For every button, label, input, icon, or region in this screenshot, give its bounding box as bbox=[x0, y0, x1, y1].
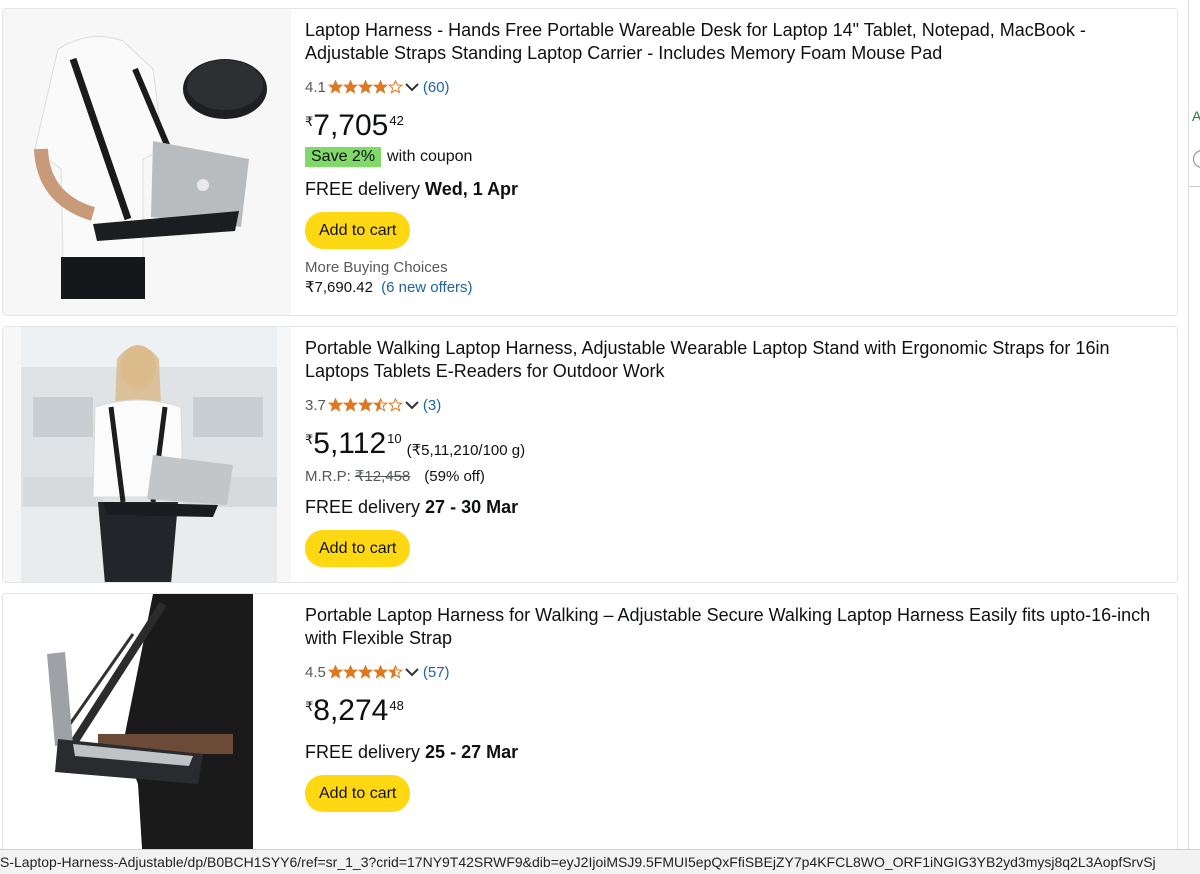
rating-row: 4.5 (57) bbox=[305, 662, 1165, 682]
radio-icon[interactable] bbox=[1193, 150, 1200, 168]
currency-symbol: ₹ bbox=[305, 114, 314, 129]
product-image-link[interactable] bbox=[3, 9, 291, 315]
more-buying-price-row: ₹7,690.42 (6 new offers) bbox=[305, 278, 1165, 296]
unit-price: (₹5,11,210/100 g) bbox=[406, 442, 526, 459]
delivery-date: 25 - 27 Mar bbox=[425, 742, 519, 762]
coupon-badge: Save 2% bbox=[305, 147, 382, 167]
star-full-icon bbox=[357, 80, 373, 94]
status-bar-url: S-Laptop-Harness-Adjustable/dp/B0BCH1SYY… bbox=[0, 849, 1200, 874]
currency-symbol: ₹ bbox=[305, 699, 314, 714]
add-to-cart-button[interactable]: Add to cart bbox=[305, 530, 411, 567]
delivery-info: FREE delivery Wed, 1 Apr bbox=[305, 179, 1165, 203]
mrp-label: M.R.P: bbox=[305, 467, 351, 485]
star-rating-icon[interactable] bbox=[327, 80, 403, 94]
mrp-value: ₹12,458 bbox=[354, 468, 411, 485]
star-full-icon bbox=[357, 665, 373, 679]
product-image-link[interactable] bbox=[3, 594, 291, 862]
price-whole: 8,274 bbox=[313, 694, 389, 727]
chevron-down-icon[interactable] bbox=[405, 667, 419, 677]
price-fraction: 42 bbox=[389, 113, 404, 128]
product-card: Portable Laptop Harness for Walking – Ad… bbox=[2, 593, 1178, 863]
price[interactable]: ₹ 5,112 10 (₹5,11,210/100 g) bbox=[305, 427, 1165, 463]
product-card: Laptop Harness - Hands Free Portable War… bbox=[2, 8, 1178, 316]
review-count-link[interactable]: (3) bbox=[423, 397, 441, 414]
delivery-prefix: FREE delivery bbox=[305, 179, 421, 199]
price-fraction: 48 bbox=[389, 698, 404, 713]
delivery-prefix: FREE delivery bbox=[305, 742, 421, 762]
star-full-icon bbox=[327, 398, 343, 412]
rating-value: 3.7 bbox=[305, 396, 326, 414]
delivery-date: 27 - 30 Mar bbox=[425, 497, 519, 517]
star-full-icon bbox=[342, 665, 358, 679]
right-sidebar-edge: A bbox=[1188, 0, 1200, 874]
delivery-info: FREE delivery 27 - 30 Mar bbox=[305, 497, 1165, 521]
divider bbox=[1189, 186, 1200, 187]
add-to-cart-button[interactable]: Add to cart bbox=[305, 212, 411, 249]
new-offers-link[interactable]: (6 new offers) bbox=[381, 279, 472, 296]
star-rating-icon[interactable] bbox=[327, 665, 403, 679]
product-image-link[interactable] bbox=[3, 327, 291, 582]
delivery-info: FREE delivery 25 - 27 Mar bbox=[305, 742, 1165, 766]
review-count-link[interactable]: (60) bbox=[423, 79, 450, 96]
review-count-link[interactable]: (57) bbox=[423, 664, 450, 681]
sidebar-edge-letter: A bbox=[1192, 108, 1200, 124]
star-full-icon bbox=[327, 80, 343, 94]
chevron-down-icon[interactable] bbox=[405, 82, 419, 92]
rating-row: 3.7 (3) bbox=[305, 395, 1165, 415]
rating-value: 4.1 bbox=[305, 78, 326, 96]
currency-symbol: ₹ bbox=[305, 432, 314, 447]
rating-row: 4.1 (60) bbox=[305, 77, 1165, 97]
price[interactable]: ₹ 7,705 42 bbox=[305, 109, 1165, 145]
laptop-harness-mousepad-image bbox=[3, 9, 291, 315]
star-full-icon bbox=[372, 665, 388, 679]
add-to-cart-button[interactable]: Add to cart bbox=[305, 775, 411, 812]
price-whole: 5,112 bbox=[313, 427, 387, 460]
price[interactable]: ₹ 8,274 48 bbox=[305, 694, 1165, 730]
star-full-icon bbox=[342, 398, 358, 412]
discount-percent: (59% off) bbox=[424, 467, 485, 485]
mrp-row: M.R.P: ₹12,458 (59% off) bbox=[305, 467, 1165, 486]
man-walking-harness-image bbox=[3, 594, 291, 862]
product-title-link[interactable]: Portable Laptop Harness for Walking – Ad… bbox=[305, 604, 1165, 650]
coupon-text: with coupon bbox=[387, 148, 473, 165]
star-full-icon bbox=[327, 665, 343, 679]
delivery-date: Wed, 1 Apr bbox=[425, 179, 519, 199]
more-buying-price: ₹7,690.42 bbox=[305, 279, 373, 296]
chevron-down-icon[interactable] bbox=[405, 400, 419, 410]
product-card: Portable Walking Laptop Harness, Adjusta… bbox=[2, 326, 1178, 583]
price-fraction: 10 bbox=[387, 431, 402, 446]
delivery-prefix: FREE delivery bbox=[305, 497, 421, 517]
more-buying-choices-label: More Buying Choices bbox=[305, 259, 448, 276]
rating-value: 4.5 bbox=[305, 663, 326, 681]
product-title-link[interactable]: Portable Walking Laptop Harness, Adjusta… bbox=[305, 337, 1165, 383]
star-full-icon bbox=[372, 80, 388, 94]
star-half-icon bbox=[387, 665, 403, 679]
star-empty-icon bbox=[387, 80, 403, 94]
coupon-row: Save 2% with coupon bbox=[305, 147, 1165, 167]
product-title-link[interactable]: Laptop Harness - Hands Free Portable War… bbox=[305, 19, 1165, 65]
price-whole: 7,705 bbox=[313, 109, 389, 142]
star-half-icon bbox=[372, 398, 388, 412]
woman-office-harness-image bbox=[21, 327, 277, 582]
star-full-icon bbox=[357, 398, 373, 412]
star-full-icon bbox=[342, 80, 358, 94]
star-empty-icon bbox=[387, 398, 403, 412]
star-rating-icon[interactable] bbox=[327, 398, 403, 412]
